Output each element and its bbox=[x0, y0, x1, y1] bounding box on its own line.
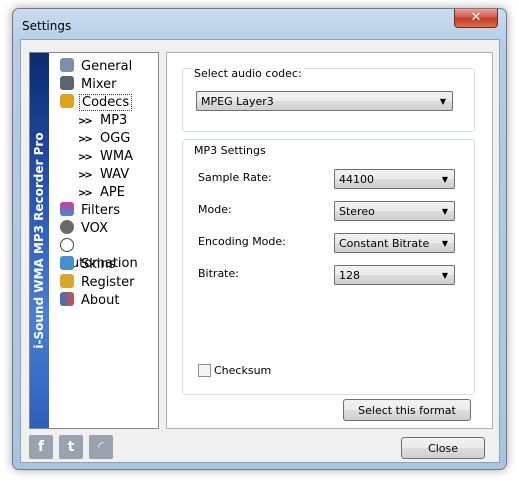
window-title: Settings bbox=[22, 19, 72, 33]
checksum-checkbox[interactable] bbox=[198, 364, 211, 377]
close-button[interactable]: Close bbox=[401, 437, 485, 459]
nav-subitem-ape[interactable]: >> APE bbox=[78, 184, 125, 201]
chevron-down-icon: ▼ bbox=[441, 175, 448, 184]
product-strip: i-Sound WMA MP3 Recorder Pro bbox=[30, 53, 49, 428]
mp3-settings-label: MP3 Settings bbox=[192, 144, 268, 157]
double-chevron-icon: >> bbox=[78, 188, 93, 199]
product-name: i-Sound WMA MP3 Recorder Pro bbox=[32, 132, 46, 349]
settings-nav: i-Sound WMA MP3 Recorder Pro General Mix… bbox=[29, 52, 159, 429]
codec-group-label: Select audio codec: bbox=[192, 67, 304, 80]
select-format-button[interactable]: Select this format bbox=[343, 399, 471, 421]
lock-icon bbox=[60, 274, 74, 288]
nav-subitem-wav[interactable]: >> WAV bbox=[78, 166, 129, 183]
gear-icon bbox=[60, 58, 74, 72]
settings-window: Settings ✕ i-Sound WMA MP3 Recorder Pro … bbox=[12, 8, 507, 470]
nav-item-about[interactable]: About bbox=[60, 292, 121, 309]
codec-select[interactable]: MPEG Layer3 ▼ bbox=[196, 91, 453, 111]
nav-item-codecs[interactable]: Codecs bbox=[60, 94, 133, 111]
double-chevron-icon: >> bbox=[78, 116, 93, 127]
clock-icon bbox=[60, 238, 74, 252]
nav-subitem-mp3[interactable]: >> MP3 bbox=[78, 112, 127, 129]
people-icon bbox=[60, 292, 74, 306]
encoding-mode-select[interactable]: Constant Bitrate ▼ bbox=[334, 233, 455, 253]
nav-subitem-wma[interactable]: >> WMA bbox=[78, 148, 133, 165]
nav-item-vox[interactable]: VOX bbox=[60, 220, 110, 237]
nav-subitem-ogg[interactable]: >> OGG bbox=[78, 130, 130, 147]
skins-icon bbox=[60, 256, 74, 270]
vox-icon bbox=[60, 220, 74, 234]
checksum-label: Checksum bbox=[214, 364, 272, 377]
mode-select[interactable]: Stereo ▼ bbox=[334, 201, 455, 221]
close-icon: ✕ bbox=[470, 10, 482, 25]
nav-item-register[interactable]: Register bbox=[60, 274, 137, 291]
double-chevron-icon: >> bbox=[78, 134, 93, 145]
nav-item-filters[interactable]: Filters bbox=[60, 202, 122, 219]
double-chevron-icon: >> bbox=[78, 152, 93, 163]
nav-item-automation[interactable]: Automation bbox=[60, 238, 158, 271]
facebook-icon[interactable]: f bbox=[29, 435, 53, 459]
chevron-down-icon: ▼ bbox=[441, 207, 448, 216]
chevron-down-icon: ▼ bbox=[441, 239, 448, 248]
chevron-down-icon: ▼ bbox=[439, 97, 446, 106]
sample-rate-select[interactable]: 44100 ▼ bbox=[334, 169, 455, 189]
client-area: i-Sound WMA MP3 Recorder Pro General Mix… bbox=[20, 39, 500, 463]
chevron-down-icon: ▼ bbox=[441, 271, 448, 280]
rss-icon[interactable]: ◜ bbox=[89, 435, 113, 459]
nav-item-skins[interactable]: Skins bbox=[60, 256, 117, 273]
twitter-icon[interactable]: t bbox=[59, 435, 83, 459]
bitrate-select[interactable]: 128 ▼ bbox=[334, 265, 455, 285]
bitrate-label: Bitrate: bbox=[198, 267, 239, 280]
codec-settings-panel: Select audio codec: MPEG Layer3 ▼ MP3 Se… bbox=[166, 52, 493, 429]
mixer-icon bbox=[60, 76, 74, 90]
sample-rate-label: Sample Rate: bbox=[198, 171, 272, 184]
nav-item-general[interactable]: General bbox=[60, 58, 134, 75]
mode-label: Mode: bbox=[198, 203, 232, 216]
nav-item-mixer[interactable]: Mixer bbox=[60, 76, 118, 93]
encoding-mode-label: Encoding Mode: bbox=[198, 235, 286, 248]
double-chevron-icon: >> bbox=[78, 170, 93, 181]
filters-icon bbox=[60, 202, 74, 216]
codecs-icon bbox=[60, 94, 74, 108]
window-close-button[interactable]: ✕ bbox=[454, 9, 498, 28]
